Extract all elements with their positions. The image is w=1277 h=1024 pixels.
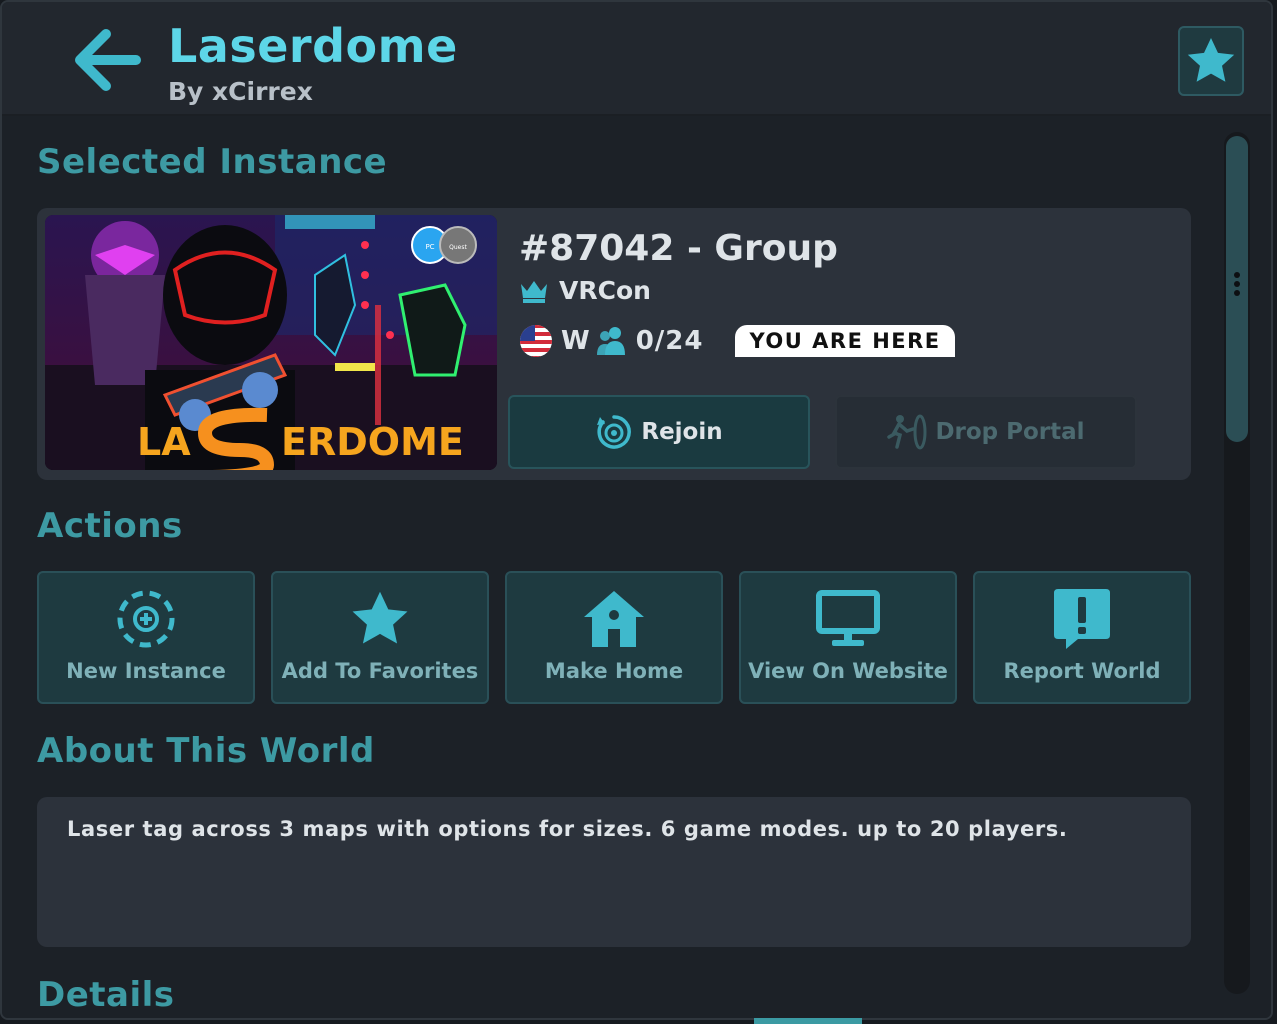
group-row: VRCon <box>519 276 651 305</box>
region-code: W <box>561 326 590 356</box>
header: Laserdome By xCirrex <box>2 2 1271 116</box>
rejoin-button[interactable]: Rejoin <box>508 395 810 469</box>
view-on-website-button[interactable]: View On Website <box>739 571 957 704</box>
about-box: Laser tag across 3 maps with options for… <box>37 797 1191 947</box>
report-world-label: Report World <box>1003 659 1161 683</box>
new-instance-label: New Instance <box>66 659 226 683</box>
about-heading: About This World <box>37 731 375 771</box>
you-are-here-badge: YOU ARE HERE <box>735 325 955 357</box>
instance-id: #87042 - Group <box>519 228 838 269</box>
resize-grip-icon[interactable] <box>1234 272 1240 299</box>
add-to-favorites-label: Add To Favorites <box>281 659 479 683</box>
portal-icon <box>887 414 927 450</box>
quest-platform-label: Quest <box>449 244 467 251</box>
users-icon <box>596 327 625 355</box>
monitor-icon <box>816 590 880 646</box>
new-instance-icon <box>117 590 175 648</box>
drop-portal-button[interactable]: Drop Portal <box>835 395 1137 469</box>
rejoin-icon <box>597 415 632 449</box>
world-detail-panel: Laserdome By xCirrex Selected Instance P… <box>0 0 1273 1020</box>
group-name: VRCon <box>559 276 651 305</box>
actions-row: New Instance Add To Favorites Make Home … <box>37 571 1191 704</box>
drop-portal-label: Drop Portal <box>935 419 1085 445</box>
back-arrow-icon[interactable] <box>72 28 142 92</box>
rejoin-label: Rejoin <box>641 419 723 445</box>
favorite-button[interactable] <box>1178 26 1244 96</box>
world-thumbnail: PC Quest LA ERDOME <box>45 215 497 470</box>
bottom-tab-indicator <box>754 1018 862 1024</box>
crown-icon <box>521 280 547 303</box>
us-flag-icon <box>520 325 552 357</box>
world-author: By xCirrex <box>168 77 313 106</box>
instance-meta: W 0/24 YOU ARE HERE <box>519 324 955 358</box>
details-heading: Details <box>37 975 175 1015</box>
thumbnail-logo-right: ERDOME <box>281 420 464 464</box>
pc-platform-label: PC <box>425 243 434 251</box>
home-icon <box>584 591 644 647</box>
view-on-website-label: View On Website <box>748 659 948 683</box>
add-to-favorites-button[interactable]: Add To Favorites <box>271 571 489 704</box>
actions-heading: Actions <box>37 506 183 546</box>
make-home-label: Make Home <box>544 659 684 683</box>
star-icon <box>352 591 408 644</box>
world-title: Laserdome <box>168 19 458 73</box>
instance-card: PC Quest LA ERDOME #87042 - Group VRCon <box>37 208 1191 480</box>
make-home-button[interactable]: Make Home <box>505 571 723 704</box>
report-world-button[interactable]: Report World <box>973 571 1191 704</box>
content-area: Selected Instance PC Quest LA ERDOME #87… <box>2 116 1271 1018</box>
star-icon <box>1187 38 1235 82</box>
about-text: Laser tag across 3 maps with options for… <box>67 817 1068 841</box>
report-icon <box>1054 589 1110 649</box>
thumbnail-logo-left: LA <box>137 420 191 464</box>
selected-instance-heading: Selected Instance <box>37 142 388 182</box>
new-instance-button[interactable]: New Instance <box>37 571 255 704</box>
player-count: 0/24 <box>635 326 704 356</box>
